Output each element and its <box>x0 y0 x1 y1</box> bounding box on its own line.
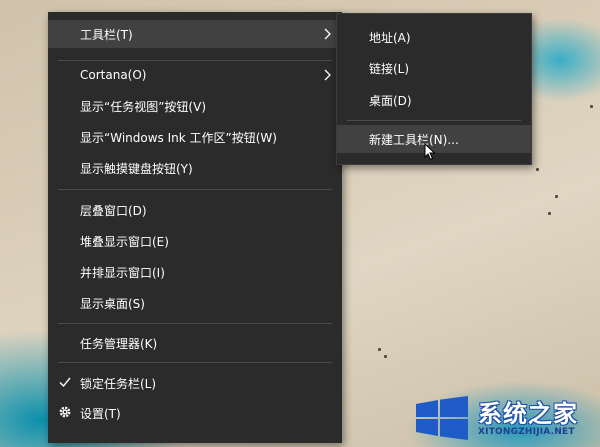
menu-item-cascade-windows[interactable]: 层叠窗口(D) <box>48 196 342 224</box>
taskbar-context-menu: 工具栏(T) Cortana(O) 显示“任务视图”按钮(V) 显示“Windo… <box>48 12 342 443</box>
menu-item-label: 设置(T) <box>80 406 121 421</box>
submenu-item-label: 新建工具栏(N)... <box>369 132 459 147</box>
site-watermark: 系统之家 XITONGZHIJIA.NET <box>412 394 598 444</box>
submenu-separator <box>347 120 521 121</box>
menu-item-label: 锁定任务栏(L) <box>80 376 157 391</box>
menu-item-cortana[interactable]: Cortana(O) <box>48 61 342 89</box>
gear-icon <box>59 406 71 418</box>
submenu-item-label: 地址(A) <box>369 30 411 45</box>
menu-item-show-task-view[interactable]: 显示“任务视图”按钮(V) <box>48 92 342 120</box>
submenu-item-links[interactable]: 链接(L) <box>337 54 531 82</box>
watermark-title: 系统之家 <box>478 400 578 428</box>
menu-separator <box>58 323 332 324</box>
mouse-cursor-icon <box>424 143 436 161</box>
menu-item-label: 工具栏(T) <box>80 27 133 42</box>
chevron-right-icon <box>324 28 331 40</box>
watermark-url: XITONGZHIJIA.NET <box>478 427 575 437</box>
submenu-item-label: 桌面(D) <box>369 93 412 108</box>
menu-item-show-windows-ink[interactable]: 显示“Windows Ink 工作区”按钮(W) <box>48 123 342 151</box>
menu-item-show-desktop[interactable]: 显示桌面(S) <box>48 289 342 317</box>
chevron-right-icon <box>324 69 331 81</box>
menu-item-task-manager[interactable]: 任务管理器(K) <box>48 329 342 357</box>
menu-item-stack-windows[interactable]: 堆叠显示窗口(E) <box>48 227 342 255</box>
menu-item-settings[interactable]: 设置(T) <box>48 399 342 427</box>
menu-item-toolbars[interactable]: 工具栏(T) <box>48 20 342 48</box>
checkmark-icon <box>59 377 71 388</box>
menu-item-show-touch-keyboard[interactable]: 显示触摸键盘按钮(Y) <box>48 154 342 182</box>
submenu-item-desktop[interactable]: 桌面(D) <box>337 86 531 114</box>
submenu-item-label: 链接(L) <box>369 61 410 76</box>
windows-logo-icon <box>416 396 468 440</box>
menu-item-label: 层叠窗口(D) <box>80 203 147 218</box>
menu-item-lock-taskbar[interactable]: 锁定任务栏(L) <box>48 369 342 397</box>
menu-item-label: 显示“Windows Ink 工作区”按钮(W) <box>80 130 277 145</box>
menu-item-label: 显示“任务视图”按钮(V) <box>80 99 207 114</box>
submenu-item-address[interactable]: 地址(A) <box>337 23 531 51</box>
menu-item-label: 显示桌面(S) <box>80 296 145 311</box>
menu-item-side-by-side[interactable]: 并排显示窗口(I) <box>48 258 342 286</box>
menu-item-label: 堆叠显示窗口(E) <box>80 234 169 249</box>
menu-item-label: 任务管理器(K) <box>80 336 158 351</box>
menu-item-label: Cortana(O) <box>80 68 147 82</box>
menu-item-label: 显示触摸键盘按钮(Y) <box>80 161 193 176</box>
menu-item-label: 并排显示窗口(I) <box>80 265 165 280</box>
menu-separator <box>58 189 332 190</box>
menu-separator <box>58 362 332 363</box>
